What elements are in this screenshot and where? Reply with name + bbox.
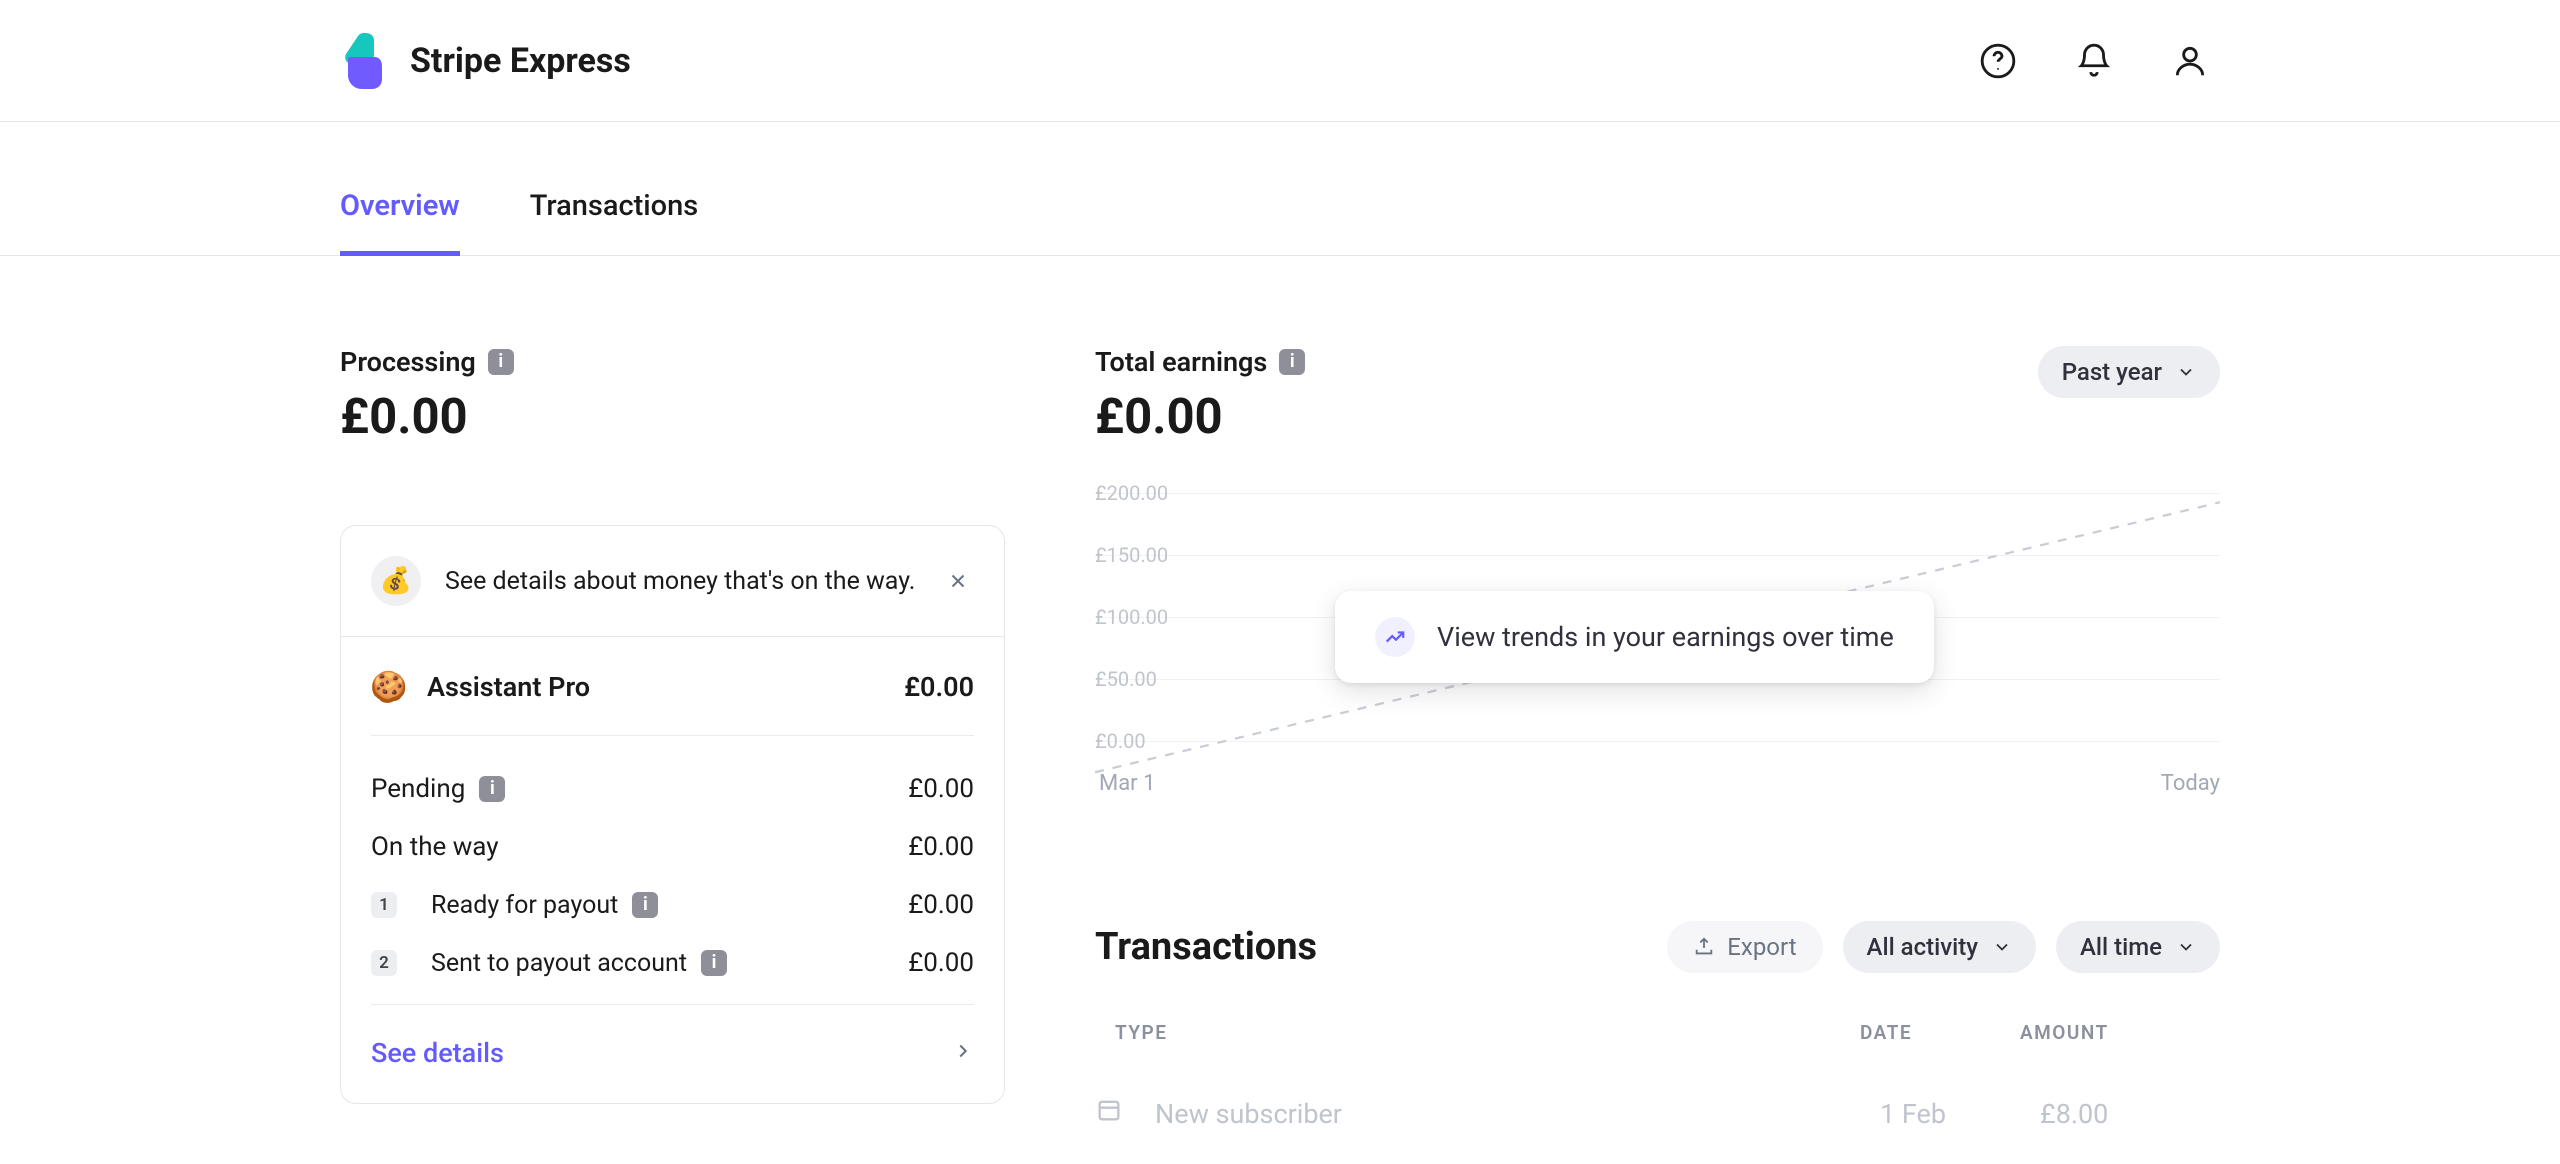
trend-text: View trends in your earnings over time [1437, 621, 1894, 653]
time-filter-label: All time [2080, 933, 2162, 961]
pending-row: Pending i £0.00 [371, 760, 974, 818]
close-icon[interactable] [942, 565, 974, 597]
account-name: Assistant Pro [427, 671, 884, 703]
activity-filter-label: All activity [1867, 933, 1978, 961]
export-button[interactable]: Export [1667, 921, 1822, 973]
info-icon[interactable]: i [488, 349, 514, 375]
earnings-label-text: Total earnings [1095, 346, 1267, 378]
tx-amount: £8.00 [2040, 1098, 2220, 1130]
chart-xtick: Mar 1 [1099, 771, 1155, 796]
col-type: TYPE [1115, 1021, 1860, 1044]
activity-filter-dropdown[interactable]: All activity [1843, 921, 2036, 973]
bell-icon[interactable] [2074, 41, 2114, 81]
help-icon[interactable] [1978, 41, 2018, 81]
export-label: Export [1727, 933, 1796, 961]
step2-row: 2 Sent to payout account i £0.00 [371, 934, 974, 1004]
see-details-link[interactable]: See details [371, 1005, 974, 1103]
step1-value: £0.00 [908, 890, 974, 920]
processing-label: Processing i [340, 346, 1005, 378]
chevron-down-icon [2176, 937, 2196, 957]
step1-badge: 1 [371, 892, 397, 918]
trend-icon [1375, 617, 1415, 657]
ontheway-row: On the way £0.00 [371, 818, 974, 876]
info-icon[interactable]: i [632, 892, 658, 918]
step2-badge: 2 [371, 950, 397, 976]
col-amount: AMOUNT [2020, 1021, 2200, 1044]
card-banner: 💰 See details about money that's on the … [341, 526, 1004, 637]
earnings-label: Total earnings i [1095, 346, 1305, 378]
tab-overview[interactable]: Overview [340, 159, 460, 255]
account-amount: £0.00 [904, 671, 974, 703]
see-details-label: See details [371, 1037, 504, 1069]
account-row: 🍪 Assistant Pro £0.00 [371, 637, 974, 736]
period-selected: Past year [2062, 358, 2162, 386]
col-date: DATE [1860, 1021, 2020, 1044]
card-banner-text: See details about money that's on the wa… [445, 564, 918, 599]
step1-label: Ready for payout [431, 891, 618, 920]
chevron-down-icon [2176, 362, 2196, 382]
tx-table-header: TYPE DATE AMOUNT [1095, 1021, 2220, 1044]
brand: Stripe Express [340, 33, 631, 89]
brand-name: Stripe Express [410, 41, 631, 81]
earnings-value: £0.00 [1095, 388, 1305, 445]
step1-row: 1 Ready for payout i £0.00 [371, 876, 974, 934]
chevron-right-icon [952, 1037, 974, 1069]
earnings-chart: £200.00 £150.00 £100.00 £50.00 £0.00 Mar… [1095, 491, 2220, 801]
export-icon [1693, 936, 1715, 958]
chevron-down-icon [1992, 937, 2012, 957]
info-icon[interactable]: i [701, 950, 727, 976]
topbar-actions [1978, 41, 2210, 81]
table-row[interactable]: New subscriber 1 Feb £8.00 [1095, 1078, 2220, 1149]
period-dropdown[interactable]: Past year [2038, 346, 2220, 398]
tx-desc: New subscriber [1155, 1098, 1880, 1130]
brand-mark-icon [340, 33, 390, 89]
processing-value: £0.00 [340, 388, 1005, 445]
trend-callout[interactable]: View trends in your earnings over time [1335, 591, 1934, 683]
step2-value: £0.00 [908, 948, 974, 978]
pending-value: £0.00 [908, 774, 974, 804]
top-bar: Stripe Express [0, 0, 2560, 122]
transactions-title: Transactions [1095, 925, 1317, 969]
ontheway-value: £0.00 [908, 832, 974, 862]
step2-label: Sent to payout account [431, 949, 687, 978]
info-icon[interactable]: i [1279, 349, 1305, 375]
calendar-icon [1095, 1096, 1155, 1131]
cookie-icon: 🍪 [371, 669, 407, 705]
tx-date: 1 Feb [1880, 1098, 2040, 1130]
tab-transactions[interactable]: Transactions [530, 159, 698, 255]
payouts-card: 💰 See details about money that's on the … [340, 525, 1005, 1104]
money-bag-icon: 💰 [371, 556, 421, 606]
processing-label-text: Processing [340, 346, 476, 378]
profile-icon[interactable] [2170, 41, 2210, 81]
tab-row: Overview Transactions [0, 122, 2560, 256]
chart-xtick: Today [2161, 771, 2220, 796]
time-filter-dropdown[interactable]: All time [2056, 921, 2220, 973]
ontheway-label: On the way [371, 832, 499, 862]
pending-label: Pending [371, 774, 465, 804]
info-icon[interactable]: i [479, 776, 505, 802]
